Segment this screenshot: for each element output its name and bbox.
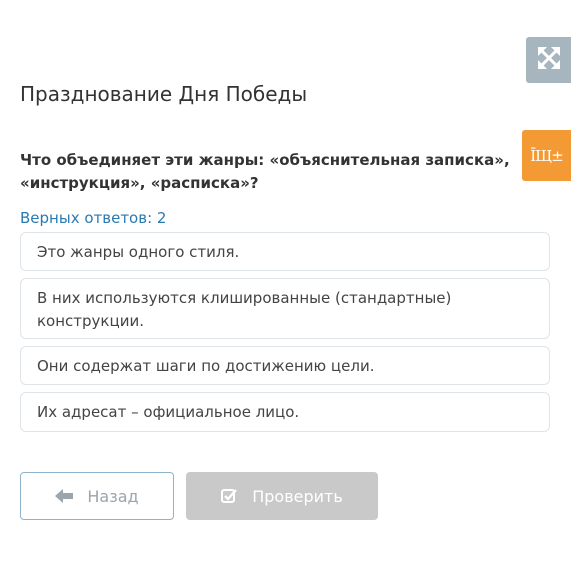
answer-option-label: В них используются клишированные (станда… xyxy=(37,289,452,330)
correct-answers-count: Верных ответов: 2 xyxy=(20,209,167,227)
answer-option[interactable]: В них используются клишированные (станда… xyxy=(20,278,550,339)
check-button[interactable]: Проверить xyxy=(186,472,378,520)
question-text: Что объединяет эти жанры: «объяснительна… xyxy=(20,151,510,192)
back-button[interactable]: Назад xyxy=(20,472,174,520)
back-button-label: Назад xyxy=(87,486,139,506)
check-button-label: Проверить xyxy=(252,486,343,506)
fullscreen-button[interactable] xyxy=(526,37,571,83)
arrow-left-icon xyxy=(55,489,74,503)
language-switch-icon: ĪЩ± xyxy=(530,146,564,165)
expand-arrows-icon xyxy=(537,46,561,74)
answer-option-label: Они содержат шаги по достижению цели. xyxy=(37,357,375,375)
answer-option[interactable]: Их адресат – официальное лицо. xyxy=(20,392,550,432)
answer-option-label: Их адресат – официальное лицо. xyxy=(37,403,300,421)
checkbox-check-icon xyxy=(221,488,238,504)
answer-option-label: Это жанры одного стиля. xyxy=(37,243,240,261)
language-switch-button[interactable]: ĪЩ± xyxy=(522,130,571,181)
answer-option[interactable]: Это жанры одного стиля. xyxy=(20,232,550,271)
answer-option[interactable]: Они содержат шаги по достижению цели. xyxy=(20,346,550,385)
lesson-title: Празднование Дня Победы xyxy=(20,82,308,106)
